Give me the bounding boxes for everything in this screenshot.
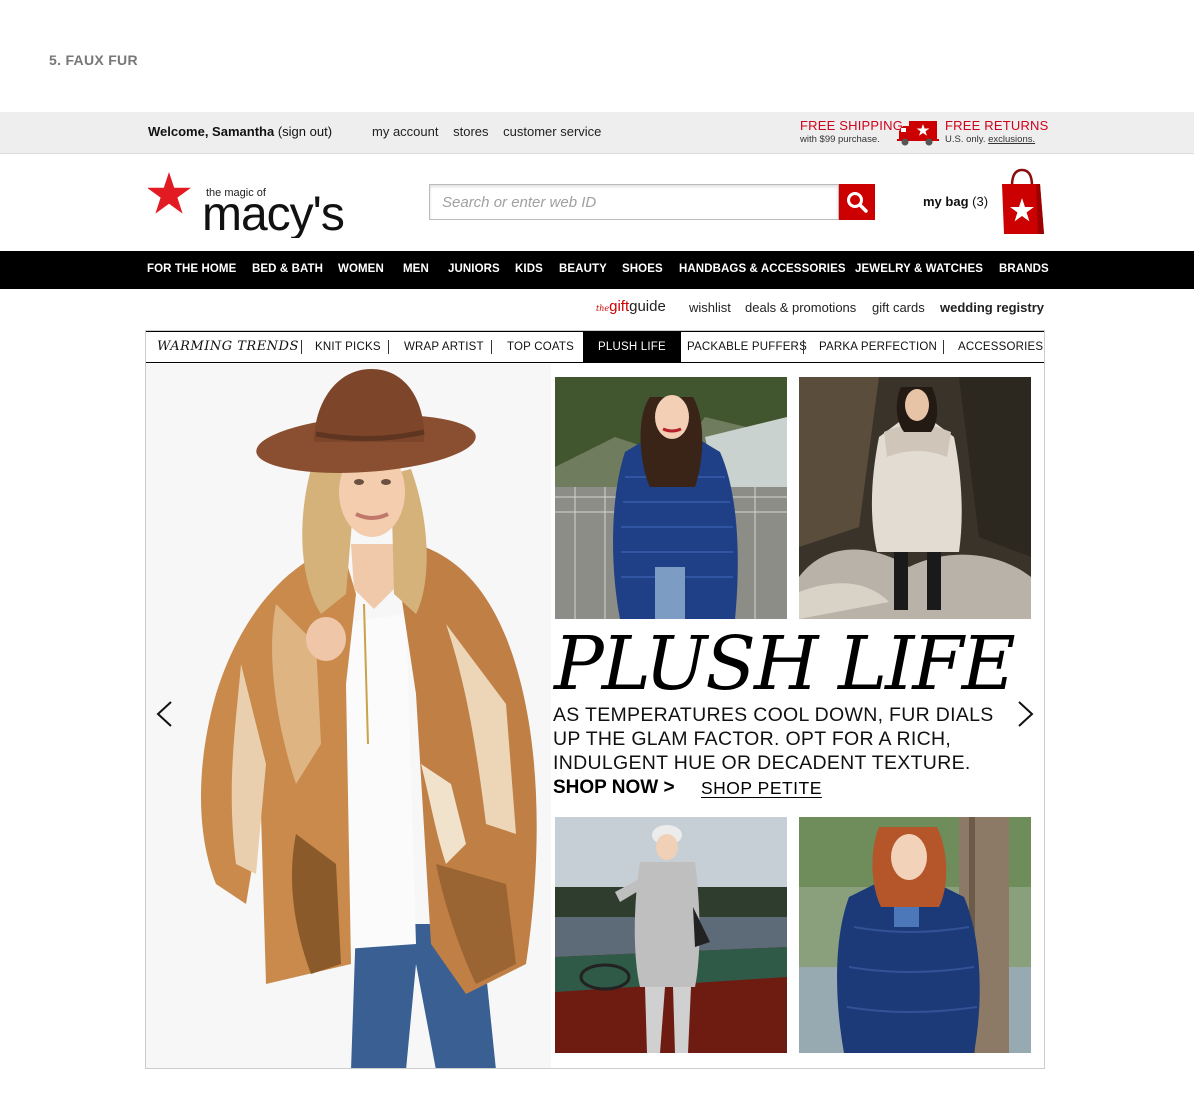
- bag-label: my bag: [923, 194, 969, 209]
- gift-guide-the: the: [596, 304, 610, 313]
- feature-headline: PLUSH LIFE: [554, 621, 1016, 707]
- sign-out-link[interactable]: (sign out): [278, 124, 332, 139]
- search-button[interactable]: [839, 184, 875, 220]
- nav-beauty[interactable]: BEAUTY: [559, 263, 607, 275]
- carousel-prev-arrow[interactable]: [154, 699, 174, 729]
- tab-top-coats[interactable]: TOP COATS: [507, 332, 574, 362]
- free-returns-promo[interactable]: FREE RETURNS U.S. only. exclusions.: [945, 118, 1049, 145]
- gift-guide-guide: guide: [629, 298, 666, 315]
- slide-label: 5. FAUX FUR: [49, 52, 138, 68]
- welcome-text: Welcome, Samantha: [148, 124, 275, 139]
- tab-packable-puffers[interactable]: PACKABLE PUFFERS: [687, 332, 807, 362]
- shopping-bag-icon[interactable]: [998, 168, 1046, 236]
- nav-shoes[interactable]: SHOES: [622, 263, 663, 275]
- gift-guide-link[interactable]: thegiftguide: [596, 298, 666, 316]
- account-links: my account stores customer service: [372, 124, 612, 139]
- search-bar: [429, 184, 875, 220]
- tab-wrap-artist[interactable]: WRAP ARTIST: [404, 332, 484, 362]
- tab-divider: [301, 340, 302, 354]
- tab-divider: [491, 340, 492, 354]
- welcome-message: Welcome, Samantha (sign out): [148, 124, 332, 139]
- nav-brands[interactable]: BRANDS: [999, 263, 1049, 275]
- my-account-link[interactable]: my account: [372, 124, 438, 139]
- free-shipping-promo[interactable]: FREE SHIPPING with $99 purchase.: [800, 118, 903, 145]
- tab-warming-trends: WARMING TRENDS: [157, 339, 299, 354]
- nav-bed-bath[interactable]: BED & BATH: [252, 263, 323, 275]
- my-bag-link[interactable]: my bag (3): [923, 194, 988, 209]
- feature-description: AS TEMPERATURES COOL DOWN, FUR DIALS UP …: [553, 704, 994, 774]
- customer-service-link[interactable]: customer service: [503, 124, 601, 139]
- search-input[interactable]: [429, 184, 839, 220]
- free-returns-title: FREE RETURNS: [945, 118, 1049, 133]
- blue-fur-jacket-photo[interactable]: [799, 817, 1031, 1053]
- nav-kids[interactable]: KIDS: [515, 263, 543, 275]
- wedding-registry-link[interactable]: wedding registry: [940, 300, 1044, 315]
- blue-fur-coat-photo[interactable]: [555, 377, 787, 619]
- trend-tabs: WARMING TRENDS KNIT PICKS WRAP ARTIST TO…: [146, 331, 1044, 363]
- stores-link[interactable]: stores: [453, 124, 488, 139]
- feature-panel: WARMING TRENDS KNIT PICKS WRAP ARTIST TO…: [145, 330, 1045, 1069]
- macys-logo[interactable]: the magic of macy's: [148, 168, 380, 238]
- free-shipping-sub: with $99 purchase.: [800, 134, 880, 145]
- free-shipping-title: FREE SHIPPING: [800, 118, 904, 133]
- hero-model-image[interactable]: [146, 364, 551, 1069]
- free-returns-sub-text: U.S. only.: [945, 134, 986, 145]
- utility-bar: Welcome, Samantha (sign out) my account …: [0, 112, 1194, 154]
- tab-divider: [943, 340, 944, 354]
- tab-plush-life[interactable]: PLUSH LIFE: [583, 332, 681, 362]
- nav-handbags-accessories[interactable]: HANDBAGS & ACCESSORIES: [679, 263, 846, 275]
- wishlist-link[interactable]: wishlist: [689, 300, 731, 315]
- exclusions-link[interactable]: exclusions.: [988, 134, 1035, 145]
- shop-petite-link[interactable]: SHOP PETITE: [701, 778, 822, 799]
- grey-coat-boat-photo[interactable]: [555, 817, 787, 1053]
- gift-guide-gift: gift: [609, 298, 630, 315]
- nav-women[interactable]: WOMEN: [338, 263, 384, 275]
- main-nav: FOR THE HOME BED & BATH WOMEN MEN JUNIOR…: [0, 251, 1194, 289]
- logo-wordmark: macy's: [202, 188, 344, 238]
- nav-for-the-home[interactable]: FOR THE HOME: [147, 263, 236, 275]
- search-icon: [847, 192, 868, 213]
- site-header: the magic of macy's my bag (3): [0, 154, 1194, 250]
- nav-juniors[interactable]: JUNIORS: [448, 263, 500, 275]
- tab-parka-perfection[interactable]: PARKA PERFECTION: [819, 332, 937, 362]
- tab-knit-picks[interactable]: KNIT PICKS: [315, 332, 381, 362]
- tab-divider: [388, 340, 389, 354]
- delivery-truck-icon: [897, 121, 939, 146]
- shop-now-link[interactable]: SHOP NOW >: [553, 777, 675, 799]
- tab-divider: [803, 340, 804, 354]
- deals-promotions-link[interactable]: deals & promotions: [745, 300, 856, 315]
- cream-coat-photo[interactable]: [799, 377, 1031, 619]
- gift-cards-link[interactable]: gift cards: [872, 300, 925, 315]
- nav-men[interactable]: MEN: [403, 263, 429, 275]
- bag-count: (3): [972, 194, 989, 209]
- free-returns-sub: U.S. only. exclusions.: [945, 134, 1049, 145]
- tab-accessories[interactable]: ACCESSORIES: [958, 332, 1043, 362]
- nav-jewelry-watches[interactable]: JEWELRY & WATCHES: [855, 263, 983, 275]
